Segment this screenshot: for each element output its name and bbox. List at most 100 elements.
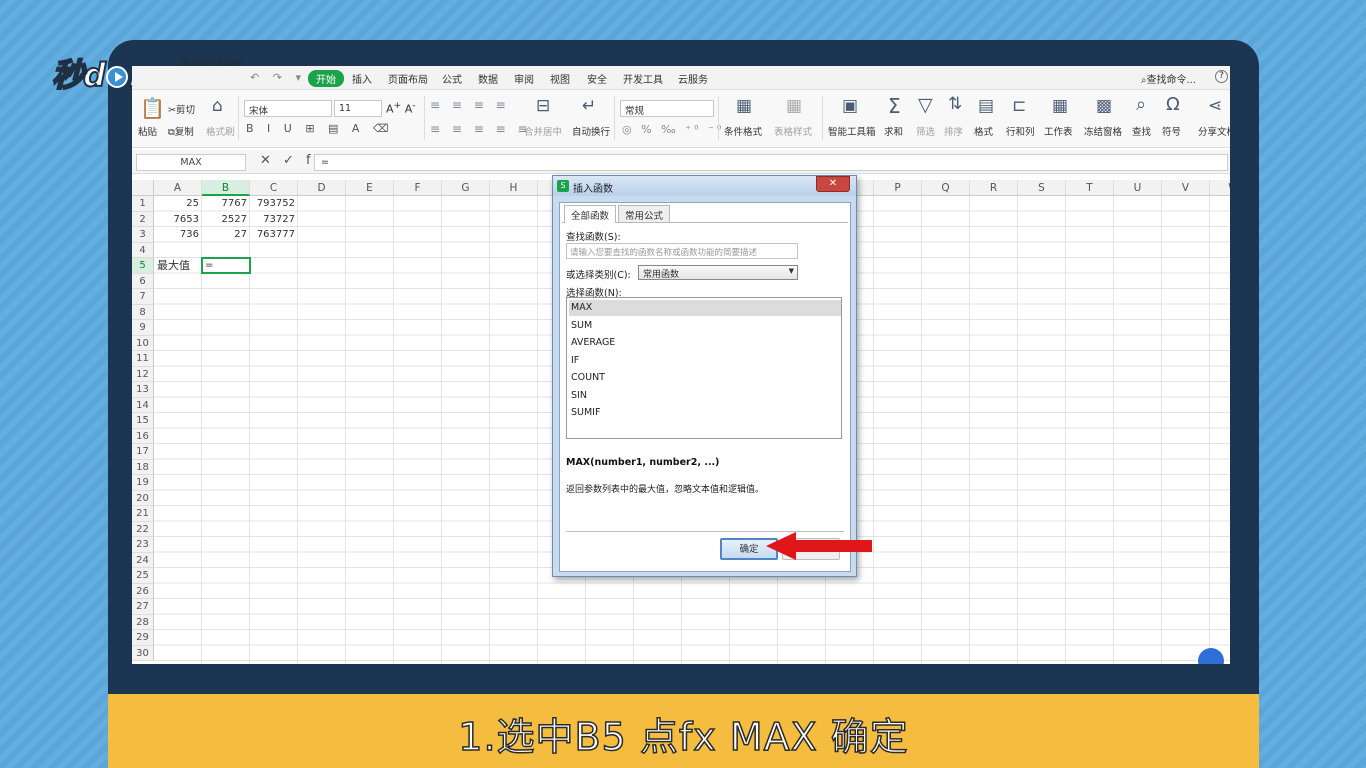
dialog-title-bar[interactable]: S 插入函数 ✕ [553, 176, 856, 196]
category-select[interactable]: 常用函数 ▼ [638, 265, 798, 280]
row-header-3[interactable]: 3 [132, 227, 154, 243]
row-header-7[interactable]: 7 [132, 289, 154, 305]
row-header-12[interactable]: 12 [132, 366, 154, 382]
column-header-a[interactable]: A [154, 180, 202, 196]
sum-icon[interactable]: Σ [888, 94, 901, 118]
paste-button[interactable]: 粘贴 [138, 124, 157, 138]
column-header-r[interactable]: R [970, 180, 1018, 196]
tab-common-formulas[interactable]: 常用公式 [618, 205, 671, 222]
row-header-28[interactable]: 28 [132, 614, 154, 630]
row-header-24[interactable]: 24 [132, 552, 154, 568]
tab-formulas[interactable]: 公式 [442, 71, 462, 86]
cut-button[interactable]: ✂剪切 [168, 102, 195, 116]
font-style-icons[interactable]: B I U ⊞ ▤ A ⌫ [246, 122, 394, 135]
row-header-27[interactable]: 27 [132, 599, 154, 615]
row-header-19[interactable]: 19 [132, 475, 154, 491]
help-icon[interactable]: ? [1215, 70, 1228, 83]
row-header-30[interactable]: 30 [132, 645, 154, 661]
wrap-text-button[interactable]: 自动换行 [572, 124, 610, 138]
paste-icon[interactable]: 📋 [140, 96, 165, 120]
conditional-format-icon[interactable]: ▦ [736, 96, 752, 116]
close-button[interactable]: ✕ [816, 176, 850, 192]
customize-icon[interactable]: ▾ [295, 71, 301, 84]
row-header-8[interactable]: 8 [132, 304, 154, 320]
font-size-select[interactable]: 11 [334, 100, 382, 117]
command-search[interactable]: ⌕查找命令... [1141, 71, 1196, 86]
percent-icons[interactable]: ◎ % ‰ ⁺⁰ ⁻⁰ [622, 123, 724, 136]
align-left-icons[interactable]: ≡ ≡ ≡ ≡ ≡ [430, 122, 532, 136]
worksheet-button[interactable]: 工作表 [1044, 124, 1073, 138]
column-header-e[interactable]: E [346, 180, 394, 196]
merge-icon[interactable]: ⊟ [536, 96, 550, 116]
column-header-p[interactable]: P [874, 180, 922, 196]
cell-c3[interactable]: 763777 [250, 227, 298, 243]
row-header-21[interactable]: 21 [132, 506, 154, 522]
list-item[interactable]: IF [569, 353, 841, 369]
formula-input[interactable]: = [314, 154, 1228, 171]
share-icon[interactable]: ⋖ [1208, 96, 1222, 116]
cell-b1[interactable]: 7767 [202, 196, 250, 212]
cell-b3[interactable]: 27 [202, 227, 250, 243]
column-header-q[interactable]: Q [922, 180, 970, 196]
row-header-23[interactable]: 23 [132, 537, 154, 553]
format-icon[interactable]: ▤ [978, 96, 994, 116]
symbol-button[interactable]: 符号 [1162, 124, 1181, 138]
function-list[interactable]: MAX SUM AVERAGE IF COUNT SIN SUMIF [566, 297, 842, 439]
row-header-11[interactable]: 11 [132, 351, 154, 367]
tab-security[interactable]: 安全 [587, 71, 607, 86]
column-header-w[interactable]: W [1210, 180, 1230, 196]
column-header-t[interactable]: T [1066, 180, 1114, 196]
tab-cloud[interactable]: 云服务 [678, 71, 708, 86]
format-button[interactable]: 格式 [974, 124, 993, 138]
column-header-b[interactable]: B [202, 180, 250, 196]
row-header-16[interactable]: 16 [132, 428, 154, 444]
column-header-f[interactable]: F [394, 180, 442, 196]
column-header-s[interactable]: S [1018, 180, 1066, 196]
row-header-10[interactable]: 10 [132, 335, 154, 351]
format-painter-button[interactable]: 格式刷 [206, 124, 235, 138]
column-header-v[interactable]: V [1162, 180, 1210, 196]
font-name-select[interactable]: 宋体 [244, 100, 332, 117]
name-box[interactable]: MAX [136, 154, 246, 171]
row-col-button[interactable]: 行和列 [1006, 124, 1035, 138]
share-button[interactable]: 分享文档 [1198, 124, 1230, 138]
row-header-25[interactable]: 25 [132, 568, 154, 584]
function-search-input[interactable]: 请输入您要查找的函数名称或函数功能的简要描述 [566, 243, 798, 259]
row-header-4[interactable]: 4 [132, 242, 154, 258]
row-header-15[interactable]: 15 [132, 413, 154, 429]
smart-toolbox-button[interactable]: 智能工具箱 [828, 124, 876, 138]
cell-a1[interactable]: 25 [154, 196, 202, 212]
row-col-icon[interactable]: ⊏ [1012, 96, 1026, 116]
cell-b2[interactable]: 2527 [202, 212, 250, 228]
number-format-select[interactable]: 常规 [620, 100, 714, 117]
wrap-icon[interactable]: ↵ [582, 96, 596, 116]
tab-insert[interactable]: 插入 [352, 71, 372, 86]
cell-a3[interactable]: 736 [154, 227, 202, 243]
tab-page-layout[interactable]: 页面布局 [388, 71, 428, 86]
row-header-14[interactable]: 14 [132, 397, 154, 413]
row-header-5[interactable]: 5 [132, 258, 154, 274]
cell-a2[interactable]: 7653 [154, 212, 202, 228]
conditional-format-button[interactable]: 条件格式 [724, 124, 762, 138]
column-header-u[interactable]: U [1114, 180, 1162, 196]
align-top-icons[interactable]: ≡ ≡ ≡ ≡ [430, 98, 510, 112]
list-item[interactable]: MAX [569, 300, 841, 316]
tab-data[interactable]: 数据 [478, 71, 498, 86]
find-button[interactable]: 查找 [1132, 124, 1151, 138]
column-header-g[interactable]: G [442, 180, 490, 196]
brush-icon[interactable]: ⌂ [212, 96, 223, 116]
undo-icon[interactable]: ↶ [250, 71, 259, 84]
list-item[interactable]: SUMIF [569, 405, 841, 421]
sort-icon[interactable]: ⇅ [948, 94, 962, 114]
redo-icon[interactable]: ↷ [273, 71, 282, 84]
row-header-22[interactable]: 22 [132, 521, 154, 537]
list-item[interactable]: COUNT [569, 370, 841, 386]
list-item[interactable]: SIN [569, 388, 841, 404]
sum-button[interactable]: 求和 [884, 124, 903, 138]
row-header-9[interactable]: 9 [132, 320, 154, 336]
tab-all-functions[interactable]: 全部函数 [564, 205, 617, 223]
row-header-26[interactable]: 26 [132, 583, 154, 599]
row-header-20[interactable]: 20 [132, 490, 154, 506]
row-header-18[interactable]: 18 [132, 459, 154, 475]
copy-button[interactable]: ⧉复制 [168, 124, 194, 138]
